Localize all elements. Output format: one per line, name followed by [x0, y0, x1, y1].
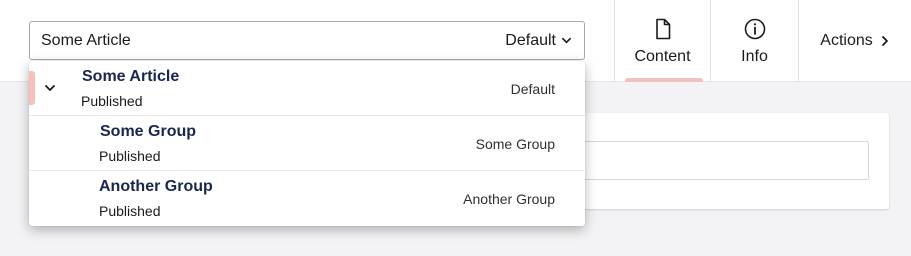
- tab-content[interactable]: Content: [614, 0, 710, 82]
- variant-title: Another Group: [99, 178, 213, 195]
- variant-state: Published: [81, 93, 143, 109]
- variant-option-some-group[interactable]: Some Group Published Some Group: [29, 116, 585, 171]
- tab-info[interactable]: Info: [710, 0, 798, 82]
- property-panel: [560, 113, 889, 209]
- variant-segment: Another Group: [463, 191, 555, 207]
- variant-segment: Default: [510, 81, 555, 97]
- variant-title: Some Group: [100, 123, 197, 140]
- property-input[interactable]: [580, 141, 869, 180]
- variant-selector-button[interactable]: Some Article Default: [29, 21, 585, 60]
- chevron-down-icon: [562, 37, 571, 44]
- document-name: Some Article: [41, 31, 131, 49]
- active-tab-indicator: [625, 78, 703, 82]
- chevron-down-icon[interactable]: [43, 81, 57, 95]
- variant-state: Published: [99, 203, 161, 219]
- document-icon: [655, 18, 670, 39]
- current-segment: Default: [505, 32, 572, 50]
- tab-content-label: Content: [634, 47, 691, 65]
- variant-option-some-article[interactable]: Some Article Published Default: [29, 61, 585, 116]
- current-segment-label: Default: [505, 31, 556, 49]
- actions-label: Actions: [820, 32, 873, 49]
- tab-info-label: Info: [741, 47, 768, 65]
- variant-dropdown: Some Article Published Default Some Grou…: [29, 61, 585, 226]
- info-icon: [744, 18, 765, 39]
- selected-marker: [29, 71, 35, 105]
- actions-menu-button[interactable]: Actions: [798, 0, 911, 82]
- variant-state: Published: [99, 148, 161, 164]
- variant-segment: Some Group: [475, 136, 555, 152]
- variant-option-another-group[interactable]: Another Group Published Another Group: [29, 171, 585, 226]
- chevron-right-icon: [881, 36, 888, 46]
- app-navigation: Content Info Actions: [614, 0, 911, 82]
- variant-title: Some Article: [82, 68, 180, 85]
